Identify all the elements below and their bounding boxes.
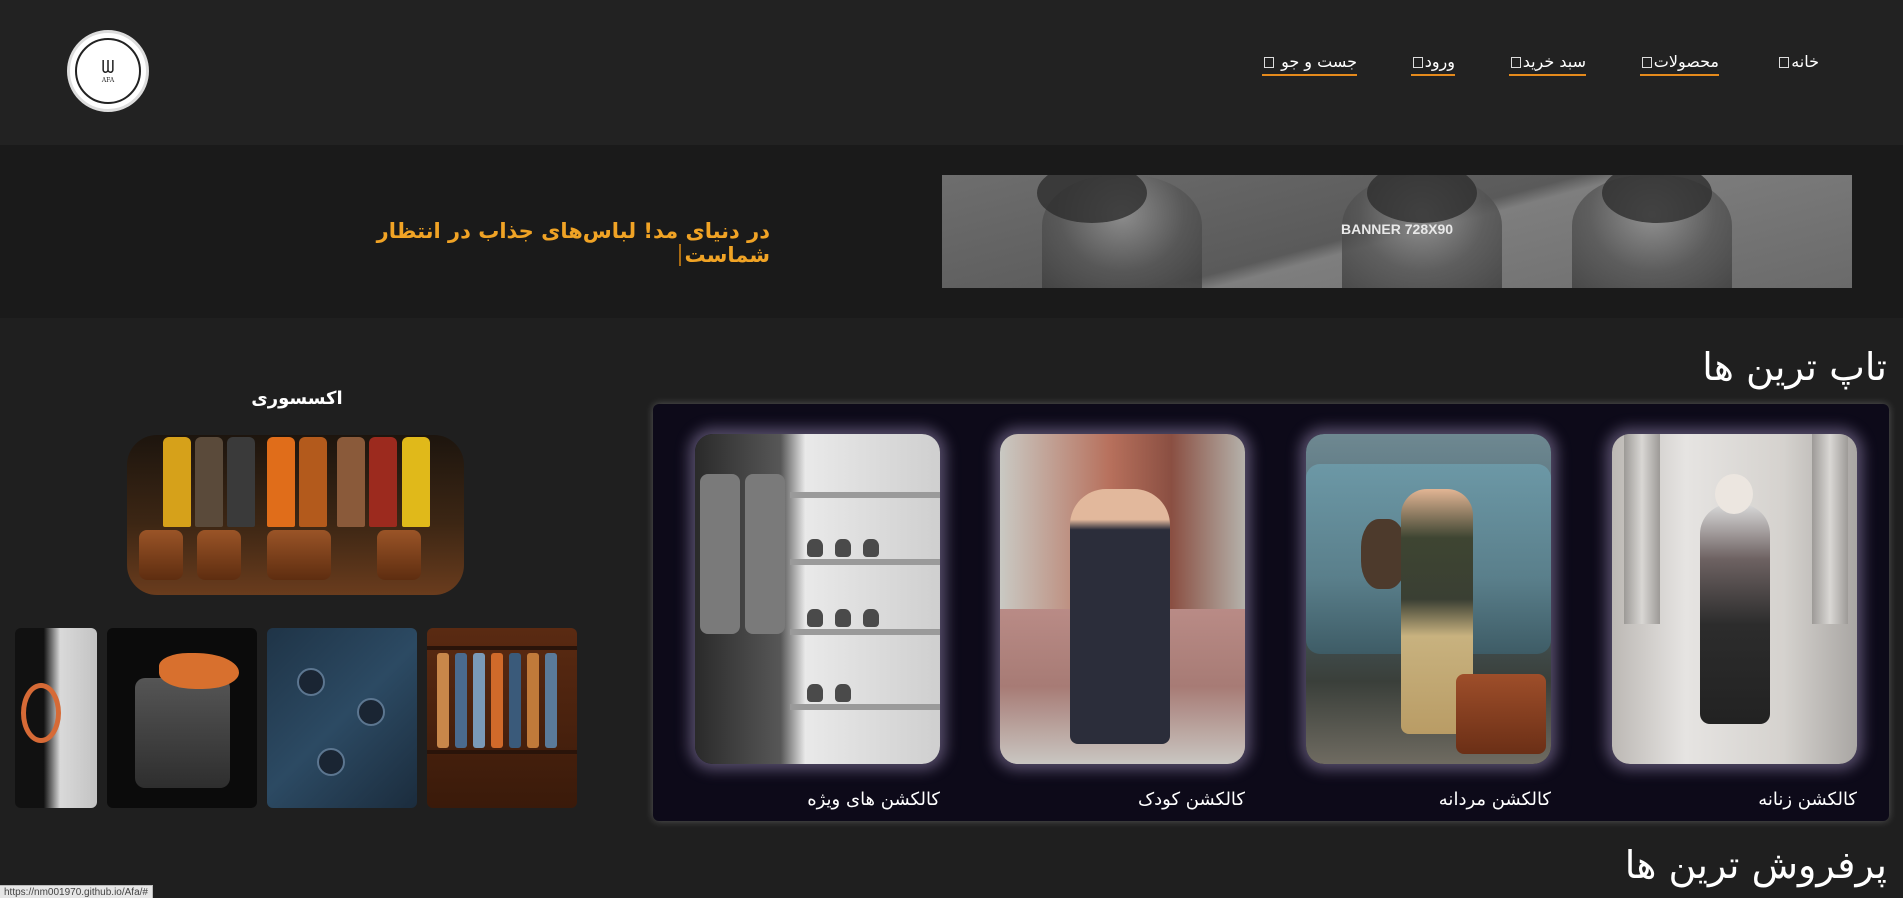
- nav-products[interactable]: محصولات: [1639, 52, 1719, 76]
- image-item: [835, 539, 851, 557]
- collection-label-kids[interactable]: کالکشن کودک: [1000, 789, 1245, 810]
- image-garment: [337, 437, 365, 527]
- banner-ad[interactable]: BANNER 728X90: [942, 175, 1852, 288]
- image-snake: [21, 683, 61, 743]
- image-item: [835, 684, 851, 702]
- image-bag: [267, 530, 331, 580]
- image-tie: [509, 653, 521, 748]
- hero-strip: BANNER 728X90 در دنیای مد! لباس‌های جذاب…: [0, 145, 1903, 318]
- cart-icon: [1510, 57, 1521, 68]
- image-garment: [369, 437, 397, 527]
- image-item: [807, 684, 823, 702]
- accessory-slide-bag[interactable]: [15, 628, 97, 808]
- login-icon: [1412, 57, 1423, 68]
- collection-label-special[interactable]: کالکشن های ویژه: [695, 789, 940, 810]
- collection-label-women[interactable]: کالکشن زنانه: [1612, 789, 1857, 810]
- image-item: [807, 539, 823, 557]
- image-shelf: [427, 750, 577, 754]
- hero-tagline-text: در دنیای مد! لباس‌های جذاب در انتظار شما…: [376, 219, 770, 267]
- image-garment: [267, 437, 295, 527]
- image-tie: [473, 653, 485, 748]
- accessory-slide-watches[interactable]: [267, 628, 417, 808]
- nav-cart[interactable]: سبد خرید: [1508, 52, 1586, 76]
- browser-status-url: https://nm001970.github.io/Afa/#: [0, 885, 153, 898]
- grid-icon: [1641, 57, 1652, 68]
- image-garment: [299, 437, 327, 527]
- accessories-title: اکسسوری: [251, 388, 343, 409]
- image-chameleon: [159, 653, 239, 689]
- image-watch: [317, 748, 345, 776]
- nav-cart-label: سبد خرید: [1522, 52, 1586, 71]
- collection-label-men[interactable]: کالکشن مردانه: [1306, 789, 1551, 810]
- nav-search-label: جست و جو: [1281, 52, 1357, 71]
- accessory-slide-ties[interactable]: [427, 628, 577, 808]
- image-model: [1700, 504, 1770, 724]
- image-tie: [437, 653, 449, 748]
- image-tie: [455, 653, 467, 748]
- image-tie: [527, 653, 539, 748]
- image-item: [807, 609, 823, 627]
- image-shelf: [790, 559, 940, 565]
- site-header: ᗯ AFA خانه محصولات سبد خرید ورود جست و ج…: [0, 0, 1903, 145]
- image-pillar: [1624, 434, 1660, 624]
- image-pillar: [1812, 434, 1848, 624]
- nav-login-label: ورود: [1424, 52, 1455, 71]
- banner-ad-label: BANNER 728X90: [1340, 221, 1454, 237]
- bestsellers-title: پرفروش ترین ها: [1624, 843, 1887, 887]
- collection-card-kids[interactable]: [1000, 434, 1245, 764]
- image-shelf: [790, 704, 940, 710]
- image-case: [135, 678, 230, 788]
- collection-card-women[interactable]: [1612, 434, 1857, 764]
- image-garment: [163, 437, 191, 527]
- main-nav: خانه محصولات سبد خرید ورود جست و جو: [0, 52, 1903, 82]
- nav-search[interactable]: جست و جو: [1261, 52, 1357, 76]
- top-section-title: تاپ ترین ها: [1702, 345, 1887, 389]
- typing-cursor: [678, 244, 681, 266]
- nav-home-label: خانه: [1791, 52, 1819, 71]
- image-shelf: [790, 629, 940, 635]
- image-watch: [297, 668, 325, 696]
- image-item: [863, 539, 879, 557]
- image-tie: [545, 653, 557, 748]
- image-garment: [402, 437, 430, 527]
- nav-products-label: محصولات: [1653, 52, 1719, 71]
- image-bag: [377, 530, 421, 580]
- image-luggage: [1456, 674, 1546, 754]
- image-shelf: [427, 646, 577, 650]
- image-tie: [491, 653, 503, 748]
- image-bag: [197, 530, 241, 580]
- accessories-image[interactable]: [127, 435, 464, 595]
- nav-home[interactable]: خانه: [1777, 52, 1819, 74]
- collection-card-men[interactable]: [1306, 434, 1551, 764]
- hero-tagline: در دنیای مد! لباس‌های جذاب در انتظار شما…: [340, 219, 770, 267]
- image-garment: [195, 437, 223, 527]
- image-bag: [139, 530, 183, 580]
- image-item: [835, 609, 851, 627]
- image-watch: [357, 698, 385, 726]
- image-shelf: [790, 492, 940, 498]
- image-garment: [745, 474, 785, 634]
- search-icon: [1263, 57, 1274, 68]
- image-model-head: [1715, 474, 1753, 514]
- image-item: [863, 609, 879, 627]
- nav-login[interactable]: ورود: [1410, 52, 1455, 76]
- top-collections-panel: کالکشن زنانه کالکشن مردانه کالکشن کودک ک…: [653, 404, 1889, 821]
- image-dog: [1361, 519, 1406, 589]
- image-garment: [227, 437, 255, 527]
- accessory-slide-case[interactable]: [107, 628, 257, 808]
- home-icon: [1779, 57, 1790, 68]
- collection-card-special[interactable]: [695, 434, 940, 764]
- image-model: [1070, 489, 1170, 744]
- image-garment: [700, 474, 740, 634]
